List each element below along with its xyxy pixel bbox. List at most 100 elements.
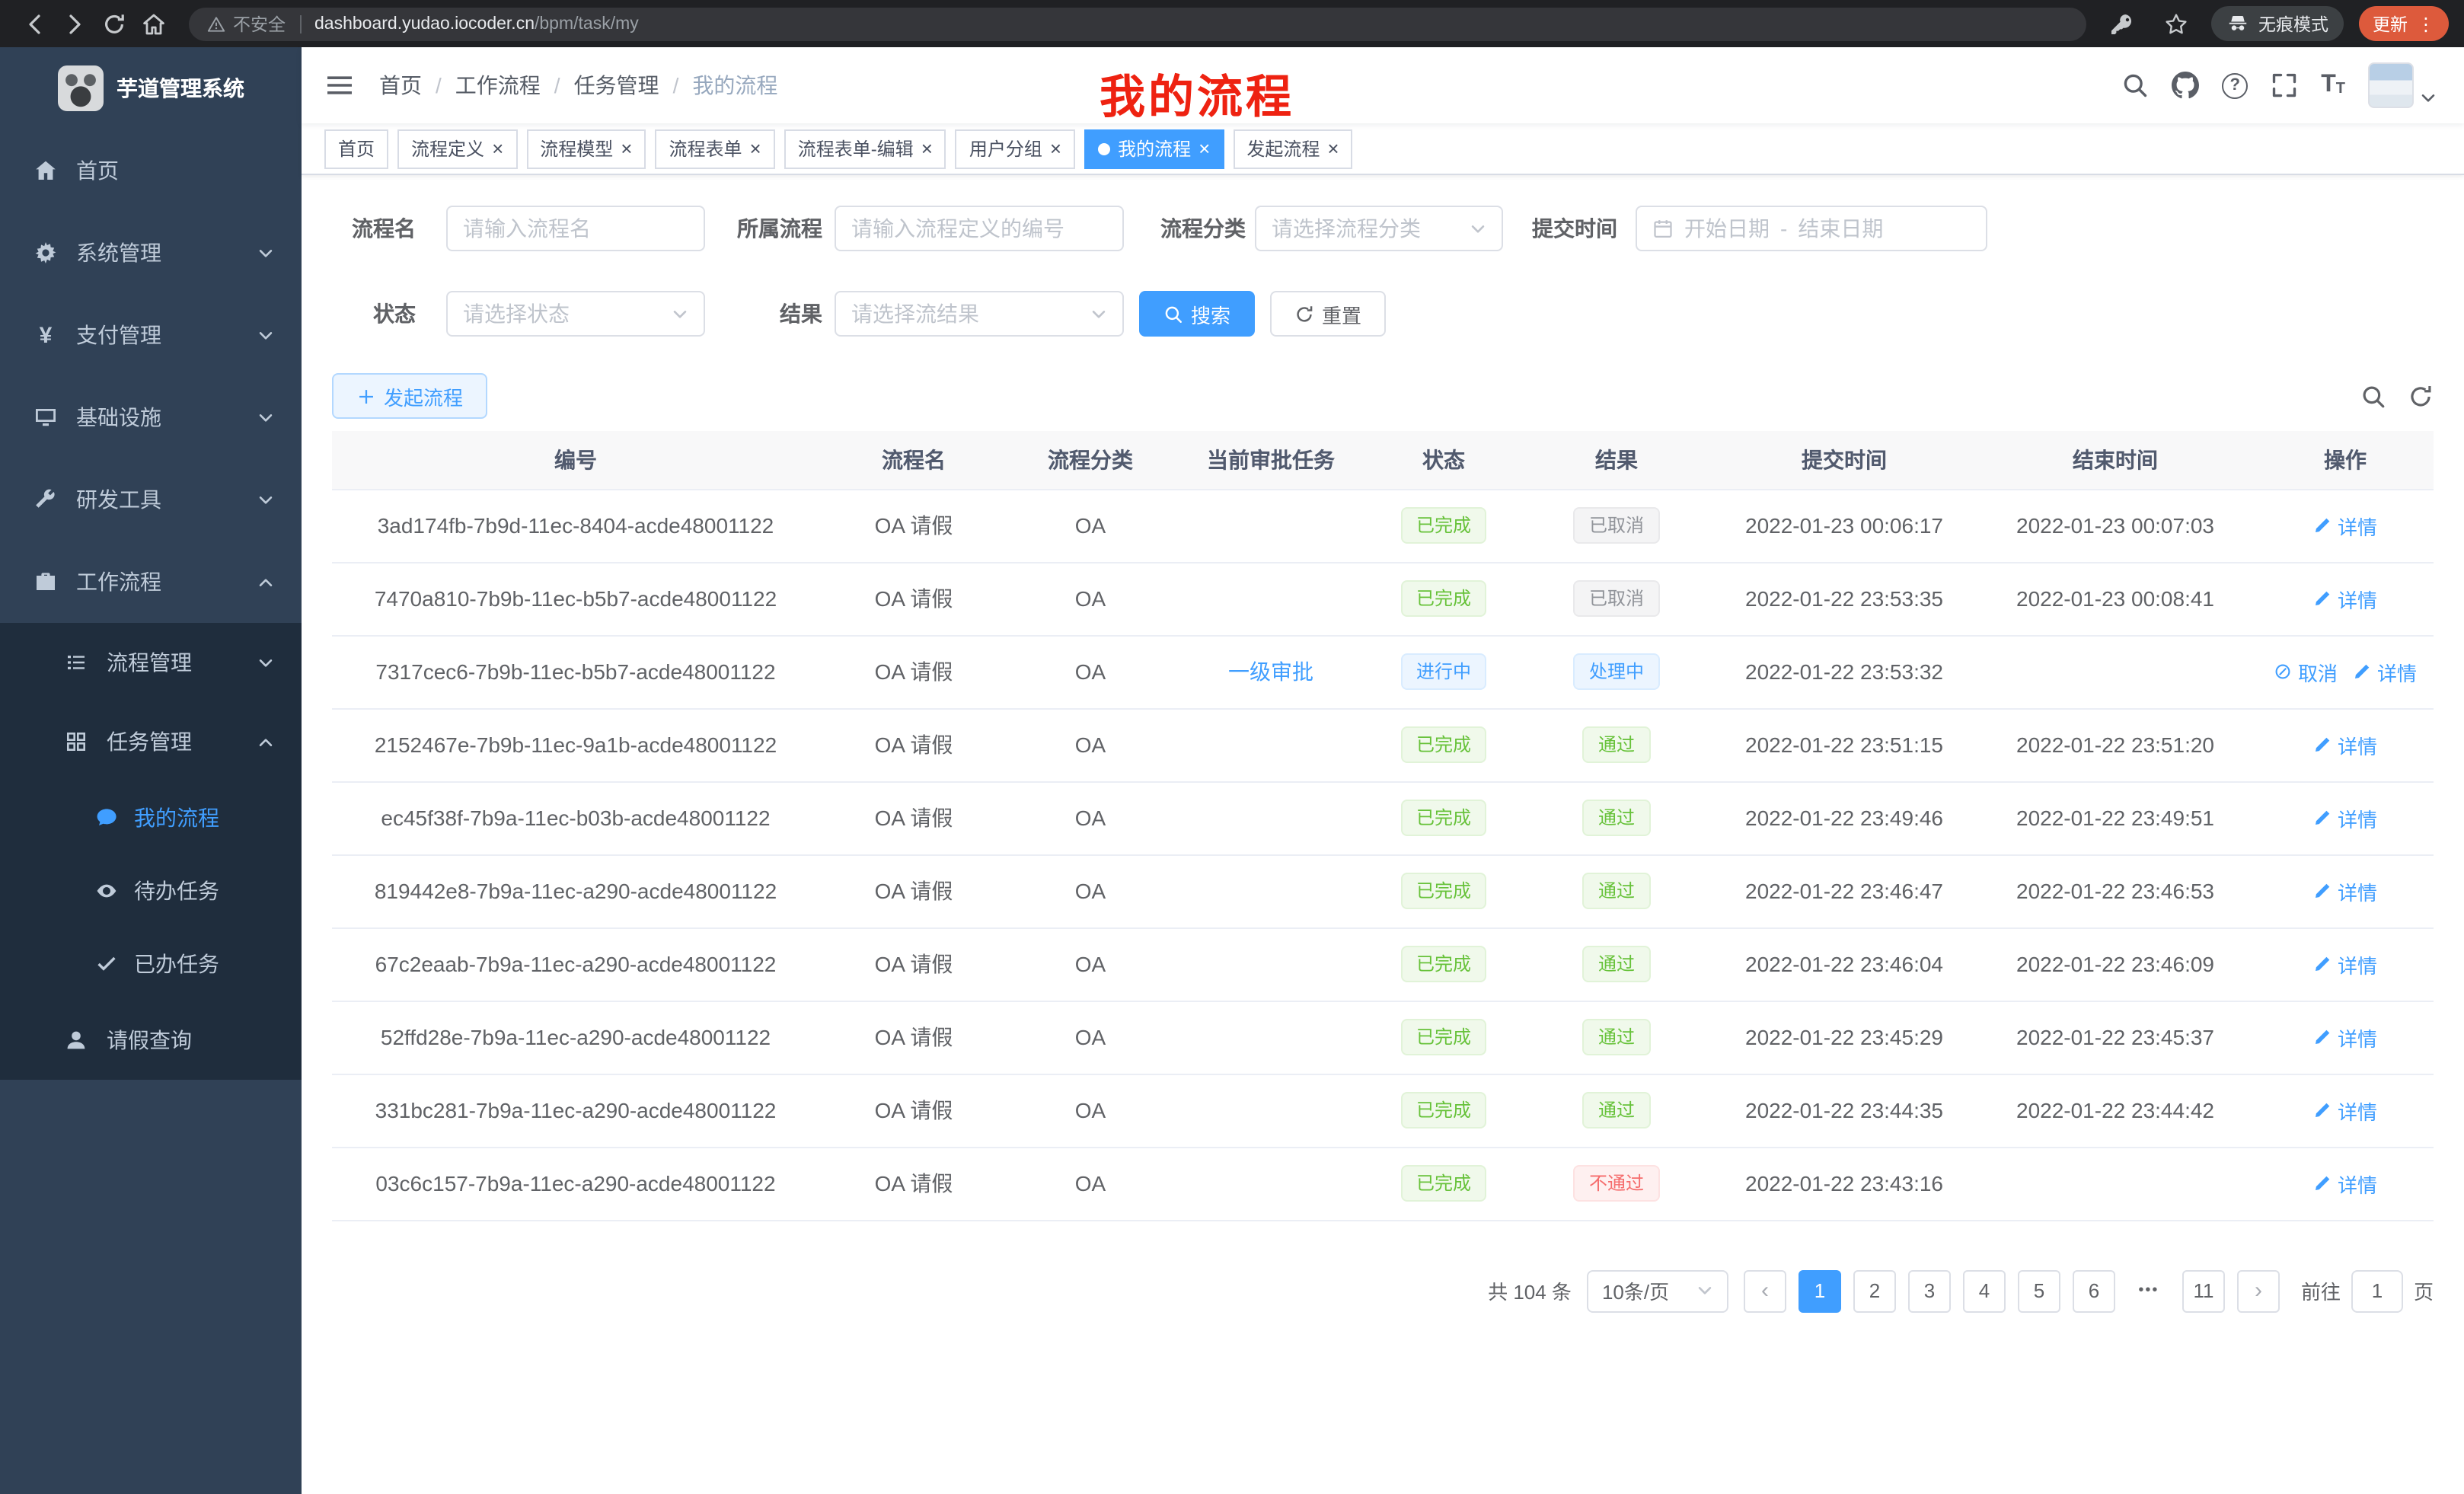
sidebar-item-my-process[interactable]: 我的流程 bbox=[0, 781, 302, 854]
breadcrumb-item[interactable]: 首页 bbox=[379, 70, 422, 101]
kebab-menu-icon[interactable]: ⋮ bbox=[2417, 13, 2435, 34]
breadcrumb-item[interactable]: 工作流程 bbox=[455, 70, 541, 101]
tab-process-definition[interactable]: 流程定义× bbox=[397, 129, 517, 168]
goto-page-input[interactable] bbox=[2351, 1269, 2403, 1312]
caret-down-icon[interactable] bbox=[2420, 90, 2437, 107]
cell-process-id: 7470a810-7b9b-11ec-b5b7-acde48001122 bbox=[332, 562, 819, 635]
page-button[interactable]: 4 bbox=[1963, 1269, 2006, 1312]
sidebar-item-done-tasks[interactable]: 已办任务 bbox=[0, 927, 302, 1001]
tab-process-form[interactable]: 流程表单× bbox=[655, 129, 774, 168]
cell-result: 处理中 bbox=[1518, 635, 1715, 708]
sidebar-item-payment[interactable]: ¥ 支付管理 bbox=[0, 294, 302, 376]
start-date-placeholder: 开始日期 bbox=[1684, 213, 1770, 244]
tab-process-model[interactable]: 流程模型× bbox=[526, 129, 646, 168]
avatar[interactable] bbox=[2368, 62, 2414, 108]
toggle-search-icon[interactable] bbox=[2360, 383, 2386, 409]
star-icon[interactable] bbox=[2156, 4, 2196, 43]
tab-start-process[interactable]: 发起流程× bbox=[1233, 129, 1352, 168]
cell-category: OA bbox=[1008, 635, 1173, 708]
close-icon[interactable]: × bbox=[1050, 139, 1061, 158]
tab-user-group[interactable]: 用户分组× bbox=[956, 129, 1075, 168]
detail-link[interactable]: 详情 bbox=[2313, 1169, 2377, 1198]
sidebar: 芋道管理系统 首页 系统管理 ¥ 支付管理 基础设施 bbox=[0, 47, 302, 1494]
help-icon[interactable]: ? bbox=[2222, 72, 2248, 98]
sidebar-item-task-management[interactable]: 任务管理 bbox=[0, 702, 302, 781]
app-logo-row: 芋道管理系统 bbox=[0, 47, 302, 129]
close-icon[interactable]: × bbox=[750, 139, 761, 158]
page-button[interactable]: 1 bbox=[1799, 1269, 1841, 1312]
address-bar[interactable]: 不安全 dashboard.yudao.iocoder.cn/bpm/task/… bbox=[189, 7, 2086, 40]
detail-link[interactable]: 详情 bbox=[2313, 1023, 2377, 1052]
detail-link[interactable]: 详情 bbox=[2313, 730, 2377, 759]
close-icon[interactable]: × bbox=[492, 139, 503, 158]
result-select[interactable]: 请选择流结果 bbox=[835, 291, 1124, 337]
result-tag: 已取消 bbox=[1574, 580, 1659, 617]
tab-process-form-edit[interactable]: 流程表单-编辑× bbox=[784, 129, 946, 168]
search-button[interactable]: 搜索 bbox=[1139, 291, 1255, 337]
refresh-icon[interactable] bbox=[2408, 383, 2434, 409]
status-tag: 已完成 bbox=[1401, 1165, 1486, 1202]
reset-button[interactable]: 重置 bbox=[1270, 291, 1386, 337]
tab-my-process[interactable]: 我的流程× bbox=[1084, 129, 1224, 168]
page-button[interactable]: 2 bbox=[1853, 1269, 1896, 1312]
github-icon[interactable] bbox=[2172, 72, 2199, 99]
reload-icon[interactable] bbox=[94, 4, 134, 43]
detail-link[interactable]: 详情 bbox=[2313, 584, 2377, 613]
page-content: 流程名 所属流程 流程分类 请选择流程分类 提交时间 bbox=[302, 175, 2464, 1494]
detail-link[interactable]: 详情 bbox=[2353, 657, 2417, 686]
process-category-select[interactable]: 请选择流程分类 bbox=[1255, 206, 1503, 251]
start-process-button[interactable]: 发起流程 bbox=[332, 373, 487, 419]
update-button[interactable]: 更新 ⋮ bbox=[2359, 6, 2449, 41]
page-size-select[interactable]: 10条/页 bbox=[1587, 1269, 1728, 1312]
sidebar-item-system[interactable]: 系统管理 bbox=[0, 212, 302, 294]
key-icon[interactable] bbox=[2102, 4, 2141, 43]
detail-link[interactable]: 详情 bbox=[2313, 1096, 2377, 1125]
prev-page-button[interactable]: ‹ bbox=[1744, 1269, 1786, 1312]
next-page-button[interactable]: › bbox=[2237, 1269, 2280, 1312]
detail-link[interactable]: 详情 bbox=[2313, 950, 2377, 978]
cell-submit-time: 2022-01-22 23:53:35 bbox=[1715, 562, 1974, 635]
close-icon[interactable]: × bbox=[1327, 139, 1339, 158]
fullscreen-icon[interactable] bbox=[2271, 72, 2298, 99]
detail-link[interactable]: 详情 bbox=[2313, 511, 2377, 540]
user-menu[interactable] bbox=[2368, 62, 2437, 108]
more-pages-button[interactable]: ••• bbox=[2127, 1269, 2170, 1312]
cell-submit-time: 2022-01-22 23:53:32 bbox=[1715, 635, 1974, 708]
sidebar-item-label: 待办任务 bbox=[134, 876, 219, 906]
page-button[interactable]: 11 bbox=[2182, 1269, 2225, 1312]
submit-time-range-picker[interactable]: 开始日期 - 结束日期 bbox=[1636, 206, 1987, 251]
sidebar-item-devtools[interactable]: 研发工具 bbox=[0, 458, 302, 541]
page-button[interactable]: 3 bbox=[1908, 1269, 1951, 1312]
sidebar-item-process-management[interactable]: 流程管理 bbox=[0, 623, 302, 702]
page-button[interactable]: 6 bbox=[2073, 1269, 2115, 1312]
sidebar-item-todo-tasks[interactable]: 待办任务 bbox=[0, 854, 302, 927]
close-icon[interactable]: × bbox=[621, 139, 632, 158]
sidebar-item-leave-query[interactable]: 请假查询 bbox=[0, 1001, 302, 1080]
sidebar-item-infrastructure[interactable]: 基础设施 bbox=[0, 376, 302, 458]
detail-link[interactable]: 详情 bbox=[2313, 876, 2377, 905]
col-actions: 操作 bbox=[2257, 431, 2434, 489]
sidebar-item-workflow[interactable]: 工作流程 bbox=[0, 541, 302, 623]
cell-process-name: OA 请假 bbox=[819, 489, 1008, 562]
page-button[interactable]: 5 bbox=[2018, 1269, 2060, 1312]
breadcrumb-item[interactable]: 任务管理 bbox=[574, 70, 659, 101]
close-icon[interactable]: × bbox=[921, 139, 933, 158]
status-select[interactable]: 请选择状态 bbox=[446, 291, 705, 337]
current-task-link[interactable]: 一级审批 bbox=[1228, 656, 1313, 687]
back-icon[interactable] bbox=[15, 4, 55, 43]
status-tag: 已完成 bbox=[1401, 726, 1486, 763]
hamburger-icon[interactable] bbox=[324, 70, 355, 101]
font-size-icon[interactable]: TT bbox=[2321, 73, 2345, 97]
process-name-input[interactable] bbox=[463, 216, 688, 241]
edit-icon bbox=[2313, 955, 2332, 973]
tab-home[interactable]: 首页 bbox=[324, 129, 388, 168]
cancel-link[interactable]: 取消 bbox=[2274, 657, 2338, 686]
search-icon[interactable] bbox=[2121, 72, 2149, 99]
close-icon[interactable]: × bbox=[1198, 139, 1210, 158]
owning-process-input[interactable] bbox=[851, 216, 1107, 241]
sidebar-item-home[interactable]: 首页 bbox=[0, 129, 302, 212]
goto-page: 前往 页 bbox=[2301, 1269, 2434, 1312]
detail-link[interactable]: 详情 bbox=[2313, 803, 2377, 832]
forward-icon[interactable] bbox=[55, 4, 94, 43]
home-icon[interactable] bbox=[134, 4, 174, 43]
